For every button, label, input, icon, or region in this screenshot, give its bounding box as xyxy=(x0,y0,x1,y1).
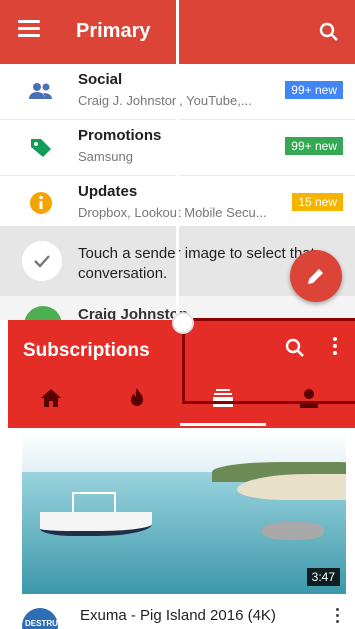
new-count-badge: 15 new xyxy=(292,193,343,211)
tag-icon xyxy=(31,139,51,157)
video-duration: 3:47 xyxy=(306,568,340,586)
split-divider[interactable] xyxy=(176,0,179,320)
thumbnail-boat-cabin xyxy=(72,492,116,512)
pencil-icon xyxy=(308,269,323,284)
video-more-icon[interactable] xyxy=(333,608,341,626)
thumbnail-boat xyxy=(40,512,152,536)
info-icon xyxy=(30,192,52,214)
youtube-title: Subscriptions xyxy=(23,340,150,361)
tab-home[interactable] xyxy=(8,378,94,426)
search-icon[interactable] xyxy=(283,336,307,360)
new-count-badge: 99+ new xyxy=(285,81,343,99)
home-icon xyxy=(41,389,61,407)
window-outline-bottom xyxy=(182,401,355,404)
check-icon xyxy=(22,241,62,281)
gmail-title: Primary xyxy=(76,20,151,42)
split-handle[interactable] xyxy=(172,312,194,334)
window-outline-top xyxy=(182,318,355,321)
compose-button[interactable] xyxy=(290,250,342,302)
video-thumbnail[interactable]: 3:47 xyxy=(22,432,346,594)
category-name: Social xyxy=(78,71,123,88)
people-icon xyxy=(29,83,52,99)
category-senders: Dropbox, Lookout Mobile Secu... xyxy=(78,205,267,220)
channel-initials: DESTRU xyxy=(25,619,58,628)
search-icon[interactable] xyxy=(317,20,341,44)
menu-icon[interactable] xyxy=(18,20,40,42)
new-count-badge: 99+ new xyxy=(285,137,343,155)
tab-trending[interactable] xyxy=(94,378,180,426)
video-title: Exuma - Pig Island 2016 (4K) xyxy=(80,607,276,624)
thumbnail-raft xyxy=(262,522,324,540)
trending-icon xyxy=(131,388,143,406)
more-options-icon[interactable] xyxy=(330,337,340,359)
account-icon xyxy=(300,389,318,408)
category-name: Updates xyxy=(78,183,138,200)
channel-avatar[interactable]: DESTRU xyxy=(22,608,58,629)
video-info-row[interactable]: DESTRU Exuma - Pig Island 2016 (4K) xyxy=(8,604,355,629)
category-senders: Samsung xyxy=(78,149,133,164)
subscriptions-icon xyxy=(213,389,233,407)
category-senders: Craig J. Johnston, YouTube,... xyxy=(78,93,252,108)
category-name: Promotions xyxy=(78,127,162,144)
